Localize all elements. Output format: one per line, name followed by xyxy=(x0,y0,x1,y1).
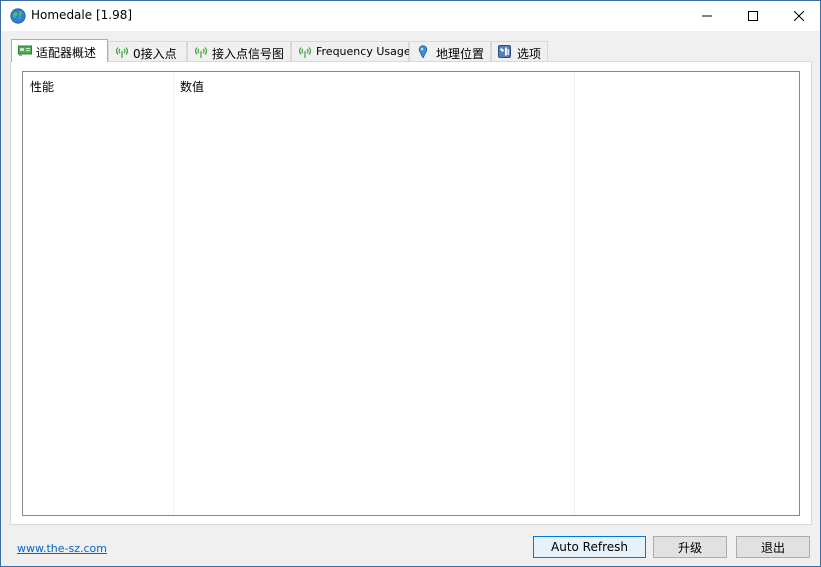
upgrade-button[interactable]: 升级 xyxy=(653,536,727,558)
settings-icon xyxy=(498,45,511,58)
tab-label: 0接入点 xyxy=(133,47,177,61)
tab-access-points[interactable]: 0接入点 xyxy=(108,41,187,61)
column-divider xyxy=(574,72,575,515)
tab-label: 地理位置 xyxy=(436,47,485,61)
tab-options[interactable]: 选项 xyxy=(491,41,548,61)
wifi-antenna-icon xyxy=(195,47,207,58)
location-pin-icon xyxy=(418,45,428,58)
minimize-icon xyxy=(702,15,712,17)
globe-icon xyxy=(10,8,26,24)
network-card-icon xyxy=(18,45,32,56)
wifi-antenna-icon xyxy=(116,47,128,58)
maximize-button[interactable] xyxy=(730,1,776,31)
tab-adapter-overview[interactable]: 适配器概述 xyxy=(11,39,108,62)
column-divider xyxy=(173,72,174,515)
tab-frequency-usage[interactable]: Frequency Usage xyxy=(291,41,411,61)
column-header-value[interactable]: 数值 xyxy=(180,78,204,95)
column-header-property[interactable]: 性能 xyxy=(30,78,54,95)
minimize-button[interactable] xyxy=(684,1,730,31)
tab-panel-adapter-overview: 性能 数值 xyxy=(10,61,812,525)
wifi-antenna-icon xyxy=(299,47,311,58)
maximize-icon xyxy=(748,11,758,21)
app-window: Homedale [1.98] 适配器概述 0接入点 接入点信号图 Freque… xyxy=(0,0,821,567)
auto-refresh-button[interactable]: Auto Refresh xyxy=(533,536,646,558)
tab-label: 适配器概述 xyxy=(36,46,97,60)
website-link[interactable]: www.the-sz.com xyxy=(17,542,107,555)
tab-label: 接入点信号图 xyxy=(212,47,285,61)
tab-ap-signal-graph[interactable]: 接入点信号图 xyxy=(187,41,291,61)
tab-geo-location[interactable]: 地理位置 xyxy=(409,41,491,61)
exit-button[interactable]: 退出 xyxy=(736,536,810,558)
properties-list[interactable]: 性能 数值 xyxy=(22,71,800,516)
tab-label: 选项 xyxy=(517,47,542,61)
title-bar: Homedale [1.98] xyxy=(1,1,820,31)
window-title: Homedale [1.98] xyxy=(31,8,133,22)
tab-label: Frequency Usage xyxy=(316,45,411,58)
close-icon xyxy=(794,11,804,21)
close-button[interactable] xyxy=(776,1,821,31)
